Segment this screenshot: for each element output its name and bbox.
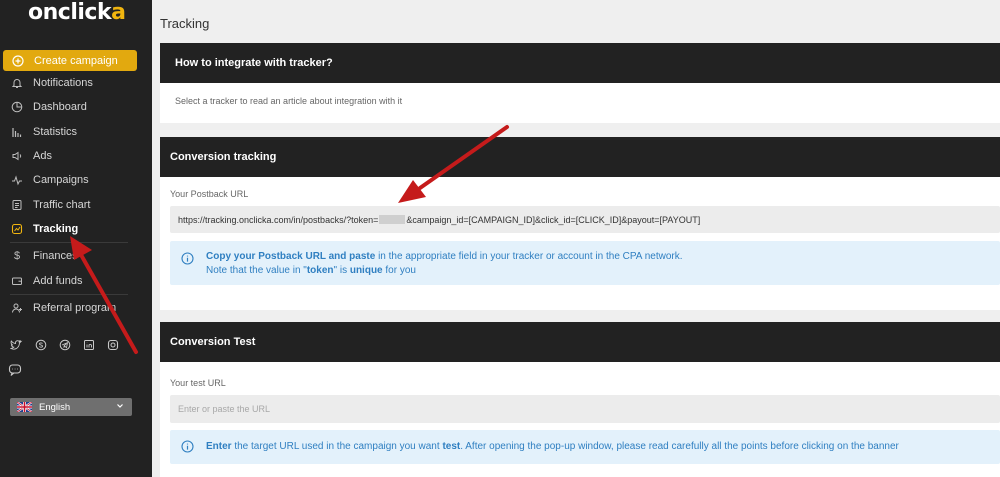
sidebar-item-label: Dashboard	[33, 101, 87, 114]
sidebar-item-create-campaign[interactable]: Create campaign	[3, 50, 137, 71]
sidebar-item-tracking[interactable]: Tracking	[0, 217, 152, 241]
sidebar-item-label: Statistics	[33, 125, 78, 138]
pulse-icon	[10, 173, 24, 187]
integrate-card-header[interactable]: How to integrate with tracker?	[160, 43, 1000, 83]
wallet-icon	[10, 274, 24, 288]
conversion-test-header: Conversion Test	[160, 322, 1000, 362]
info-icon	[181, 252, 194, 265]
document-icon	[10, 198, 24, 212]
linkedin-icon[interactable]	[80, 337, 97, 352]
integrate-card-subtitle: Select a tracker to read an article abou…	[175, 96, 403, 106]
sidebar-item-label: Finances	[33, 250, 78, 263]
uk-flag-icon	[17, 402, 32, 412]
sidebar-divider	[10, 242, 128, 244]
postback-url-label: Your Postback URL	[170, 189, 249, 199]
logo[interactable]: onclicka	[28, 0, 126, 26]
chevron-down-icon	[117, 404, 123, 408]
pie-icon	[10, 100, 24, 114]
sidebar-item-label: Notifications	[33, 77, 93, 90]
conversion-tracking-card: Conversion tracking Your Postback URL ht…	[160, 137, 1000, 310]
sidebar-item-notifications[interactable]: Notifications	[0, 71, 152, 95]
test-url-field[interactable]	[170, 395, 1000, 423]
plus-circle-icon	[11, 54, 25, 68]
chat-icon[interactable]	[8, 363, 24, 379]
conversion-test-card: Conversion Test Your test URL Enter the …	[160, 322, 1000, 477]
postback-url-field[interactable]: https://tracking.onclicka.com/in/postbac…	[170, 206, 1000, 233]
sidebar-item-label: Create campaign	[34, 54, 118, 67]
twitter-icon[interactable]	[8, 337, 25, 352]
postback-info-box: Copy your Postback URL and paste in the …	[170, 241, 1000, 285]
sidebar-item-label: Tracking	[33, 222, 79, 235]
sidebar-item-dashboard[interactable]: Dashboard	[0, 95, 152, 119]
social-links	[8, 337, 121, 352]
conversion-tracking-header: Conversion tracking	[160, 137, 1000, 177]
bar-chart-icon	[10, 125, 24, 139]
megaphone-icon	[10, 149, 24, 163]
telegram-icon[interactable]	[56, 337, 73, 352]
sidebar-item-referral-program[interactable]: Referral program	[0, 296, 152, 320]
postback-url-prefix: https://tracking.onclicka.com/in/postbac…	[178, 214, 379, 225]
postback-info-text: Copy your Postback URL and paste in the …	[206, 251, 683, 276]
sidebar-item-label: Add funds	[33, 274, 83, 287]
info-icon	[181, 440, 194, 453]
sidebar-item-traffic-chart[interactable]: Traffic chart	[0, 192, 152, 216]
sidebar-item-ads[interactable]: Ads	[0, 144, 152, 168]
sidebar-divider	[10, 293, 128, 295]
tracking-icon	[10, 222, 24, 236]
instagram-icon[interactable]	[104, 337, 121, 352]
dollar-icon: $	[13, 250, 21, 263]
language-label: English	[39, 401, 71, 413]
user-plus-icon	[10, 301, 24, 315]
token-mask	[379, 215, 406, 224]
bell-icon	[10, 76, 24, 90]
sidebar-item-label: Campaigns	[33, 174, 89, 187]
sidebar-item-label: Referral program	[33, 301, 117, 314]
integrate-card: How to integrate with tracker? Select a …	[160, 43, 1000, 123]
sidebar-item-label: Ads	[33, 150, 52, 163]
language-select[interactable]: English	[10, 398, 132, 416]
test-info-box: Enter the target URL used in the campaig…	[170, 430, 1000, 464]
sidebar-item-add-funds[interactable]: Add funds	[0, 268, 152, 292]
page-title: Tracking	[160, 16, 210, 31]
sidebar-item-finances[interactable]: $ Finances	[0, 244, 152, 268]
sidebar-item-campaigns[interactable]: Campaigns	[0, 168, 152, 192]
sidebar-item-label: Traffic chart	[33, 198, 91, 211]
test-url-input[interactable]	[178, 404, 1000, 414]
test-info-text: Enter the target URL used in the campaig…	[206, 441, 899, 452]
sidebar-item-statistics[interactable]: Statistics	[0, 120, 152, 144]
skype-icon[interactable]	[32, 337, 49, 352]
test-url-label: Your test URL	[170, 378, 226, 388]
sidebar-nav: Create campaign Notifications Dashboard …	[0, 50, 152, 320]
sidebar: onclicka Create campaign Notifications D…	[0, 0, 152, 477]
postback-url-suffix: &campaign_id=[CAMPAIGN_ID]&click_id=[CLI…	[406, 214, 701, 225]
